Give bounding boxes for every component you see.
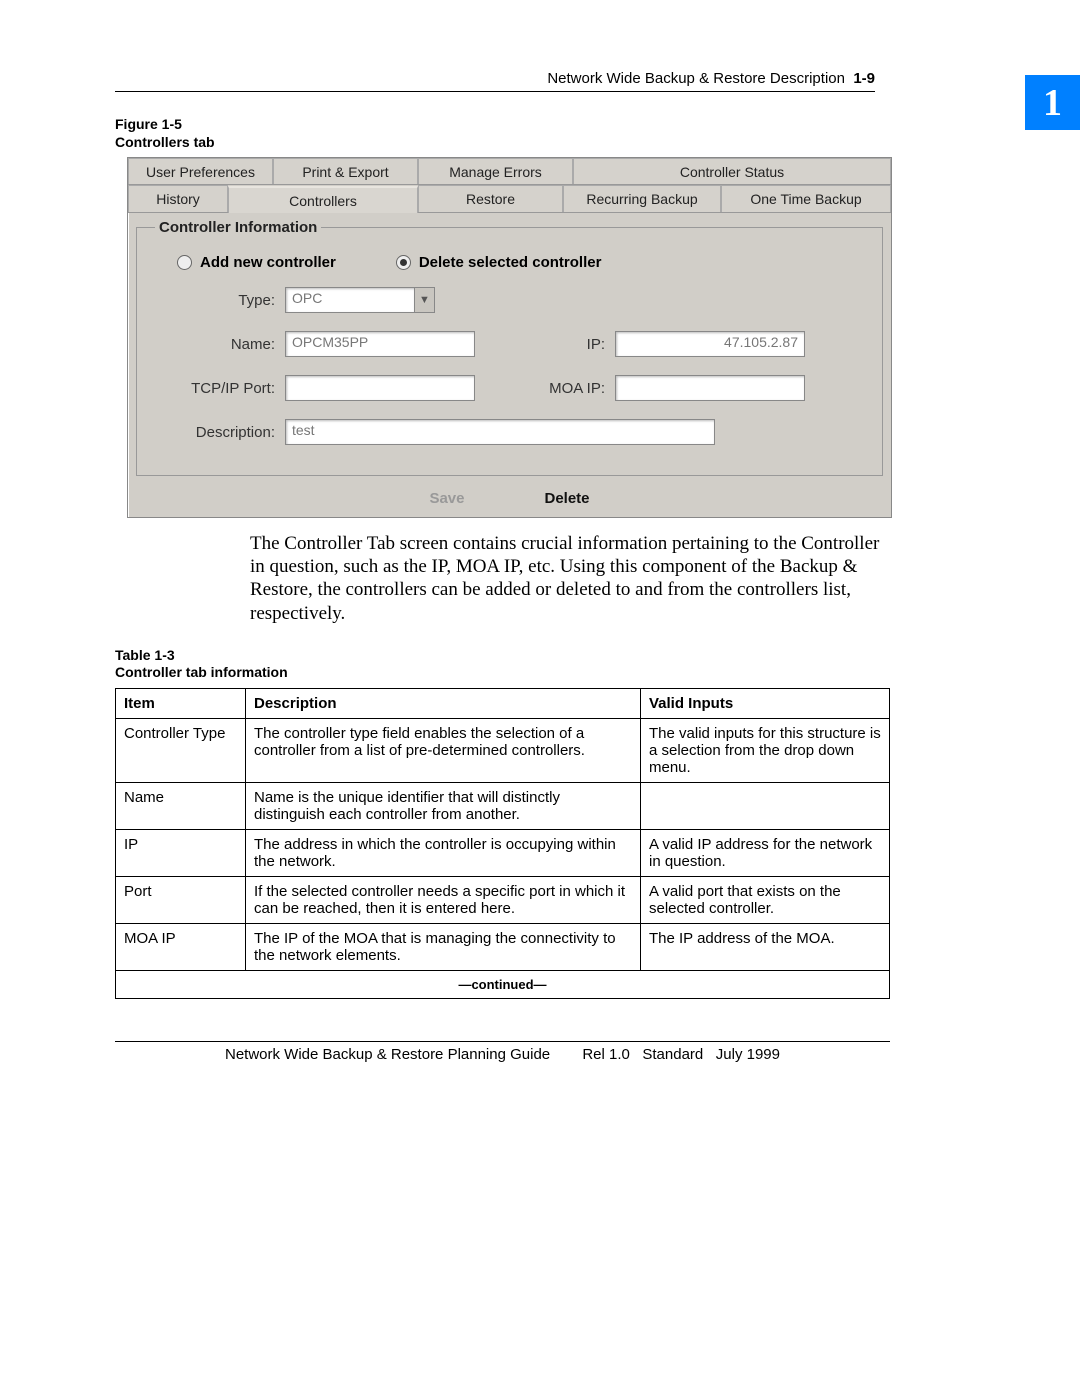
fieldset-legend: Controller Information xyxy=(155,219,321,236)
tab-manage-errors[interactable]: Manage Errors xyxy=(418,158,573,184)
type-select[interactable]: OPC xyxy=(285,287,415,313)
ip-field[interactable]: 47.105.2.87 xyxy=(615,331,805,357)
type-label: Type: xyxy=(155,292,285,309)
radio-delete-controller[interactable]: Delete selected controller xyxy=(396,254,602,271)
footer-std: Standard xyxy=(642,1046,703,1063)
ip-label: IP: xyxy=(535,336,615,353)
description-label: Description: xyxy=(155,424,285,441)
table-row: MOA IP The IP of the MOA that is managin… xyxy=(116,923,890,970)
description-field[interactable]: test xyxy=(285,419,715,445)
table-continued-row: —continued— xyxy=(116,970,890,998)
tab-recurring-backup[interactable]: Recurring Backup xyxy=(563,185,721,212)
port-field[interactable] xyxy=(285,375,475,401)
figure-title: Controllers tab xyxy=(115,134,215,150)
tab-controllers[interactable]: Controllers xyxy=(228,186,418,213)
col-description: Description xyxy=(246,688,641,718)
tab-one-time-backup[interactable]: One Time Backup xyxy=(721,185,891,212)
radio-icon xyxy=(177,255,192,270)
figure-number: Figure 1-5 xyxy=(115,116,182,132)
col-item: Item xyxy=(116,688,246,718)
moaip-field[interactable] xyxy=(615,375,805,401)
name-label: Name: xyxy=(155,336,285,353)
footer-title: Network Wide Backup & Restore Planning G… xyxy=(225,1046,550,1063)
radio-icon xyxy=(396,255,411,270)
table-number: Table 1-3 xyxy=(115,647,175,663)
tab-user-preferences[interactable]: User Preferences xyxy=(128,158,273,184)
page-header: Network Wide Backup & Restore Descriptio… xyxy=(115,70,875,92)
chevron-down-icon[interactable]: ▼ xyxy=(415,287,435,313)
radio-add-controller[interactable]: Add new controller xyxy=(177,254,336,271)
tab-controller-status[interactable]: Controller Status xyxy=(573,158,891,184)
footer-rel: Rel 1.0 xyxy=(582,1046,630,1063)
tab-history[interactable]: History xyxy=(128,185,228,212)
footer-date: July 1999 xyxy=(716,1046,780,1063)
header-page: 1-9 xyxy=(853,70,875,87)
table-row: Controller Type The controller type fiel… xyxy=(116,718,890,782)
tab-restore[interactable]: Restore xyxy=(418,185,563,212)
page-footer: Network Wide Backup & Restore Planning G… xyxy=(115,1041,890,1063)
name-field[interactable]: OPCM35PP xyxy=(285,331,475,357)
table-row: Port If the selected controller needs a … xyxy=(116,876,890,923)
tab-print-export[interactable]: Print & Export xyxy=(273,158,418,184)
port-label: TCP/IP Port: xyxy=(155,380,285,397)
body-paragraph: The Controller Tab screen contains cruci… xyxy=(250,532,890,625)
radio-add-label: Add new controller xyxy=(200,254,336,271)
moaip-label: MOA IP: xyxy=(535,380,615,397)
table-row: Name Name is the unique identifier that … xyxy=(116,782,890,829)
chapter-badge: 1 xyxy=(1025,75,1080,130)
delete-button[interactable]: Delete xyxy=(545,490,590,507)
table-title: Controller tab information xyxy=(115,664,288,680)
table-row: IP The address in which the controller i… xyxy=(116,829,890,876)
controller-information-fieldset: Controller Information Add new controlle… xyxy=(136,219,883,476)
radio-delete-label: Delete selected controller xyxy=(419,254,602,271)
col-valid-inputs: Valid Inputs xyxy=(641,688,890,718)
controllers-tab-screenshot: User Preferences Print & Export Manage E… xyxy=(127,157,892,518)
controller-info-table: Item Description Valid Inputs Controller… xyxy=(115,688,890,999)
header-title: Network Wide Backup & Restore Descriptio… xyxy=(547,70,845,87)
save-button[interactable]: Save xyxy=(429,490,464,507)
